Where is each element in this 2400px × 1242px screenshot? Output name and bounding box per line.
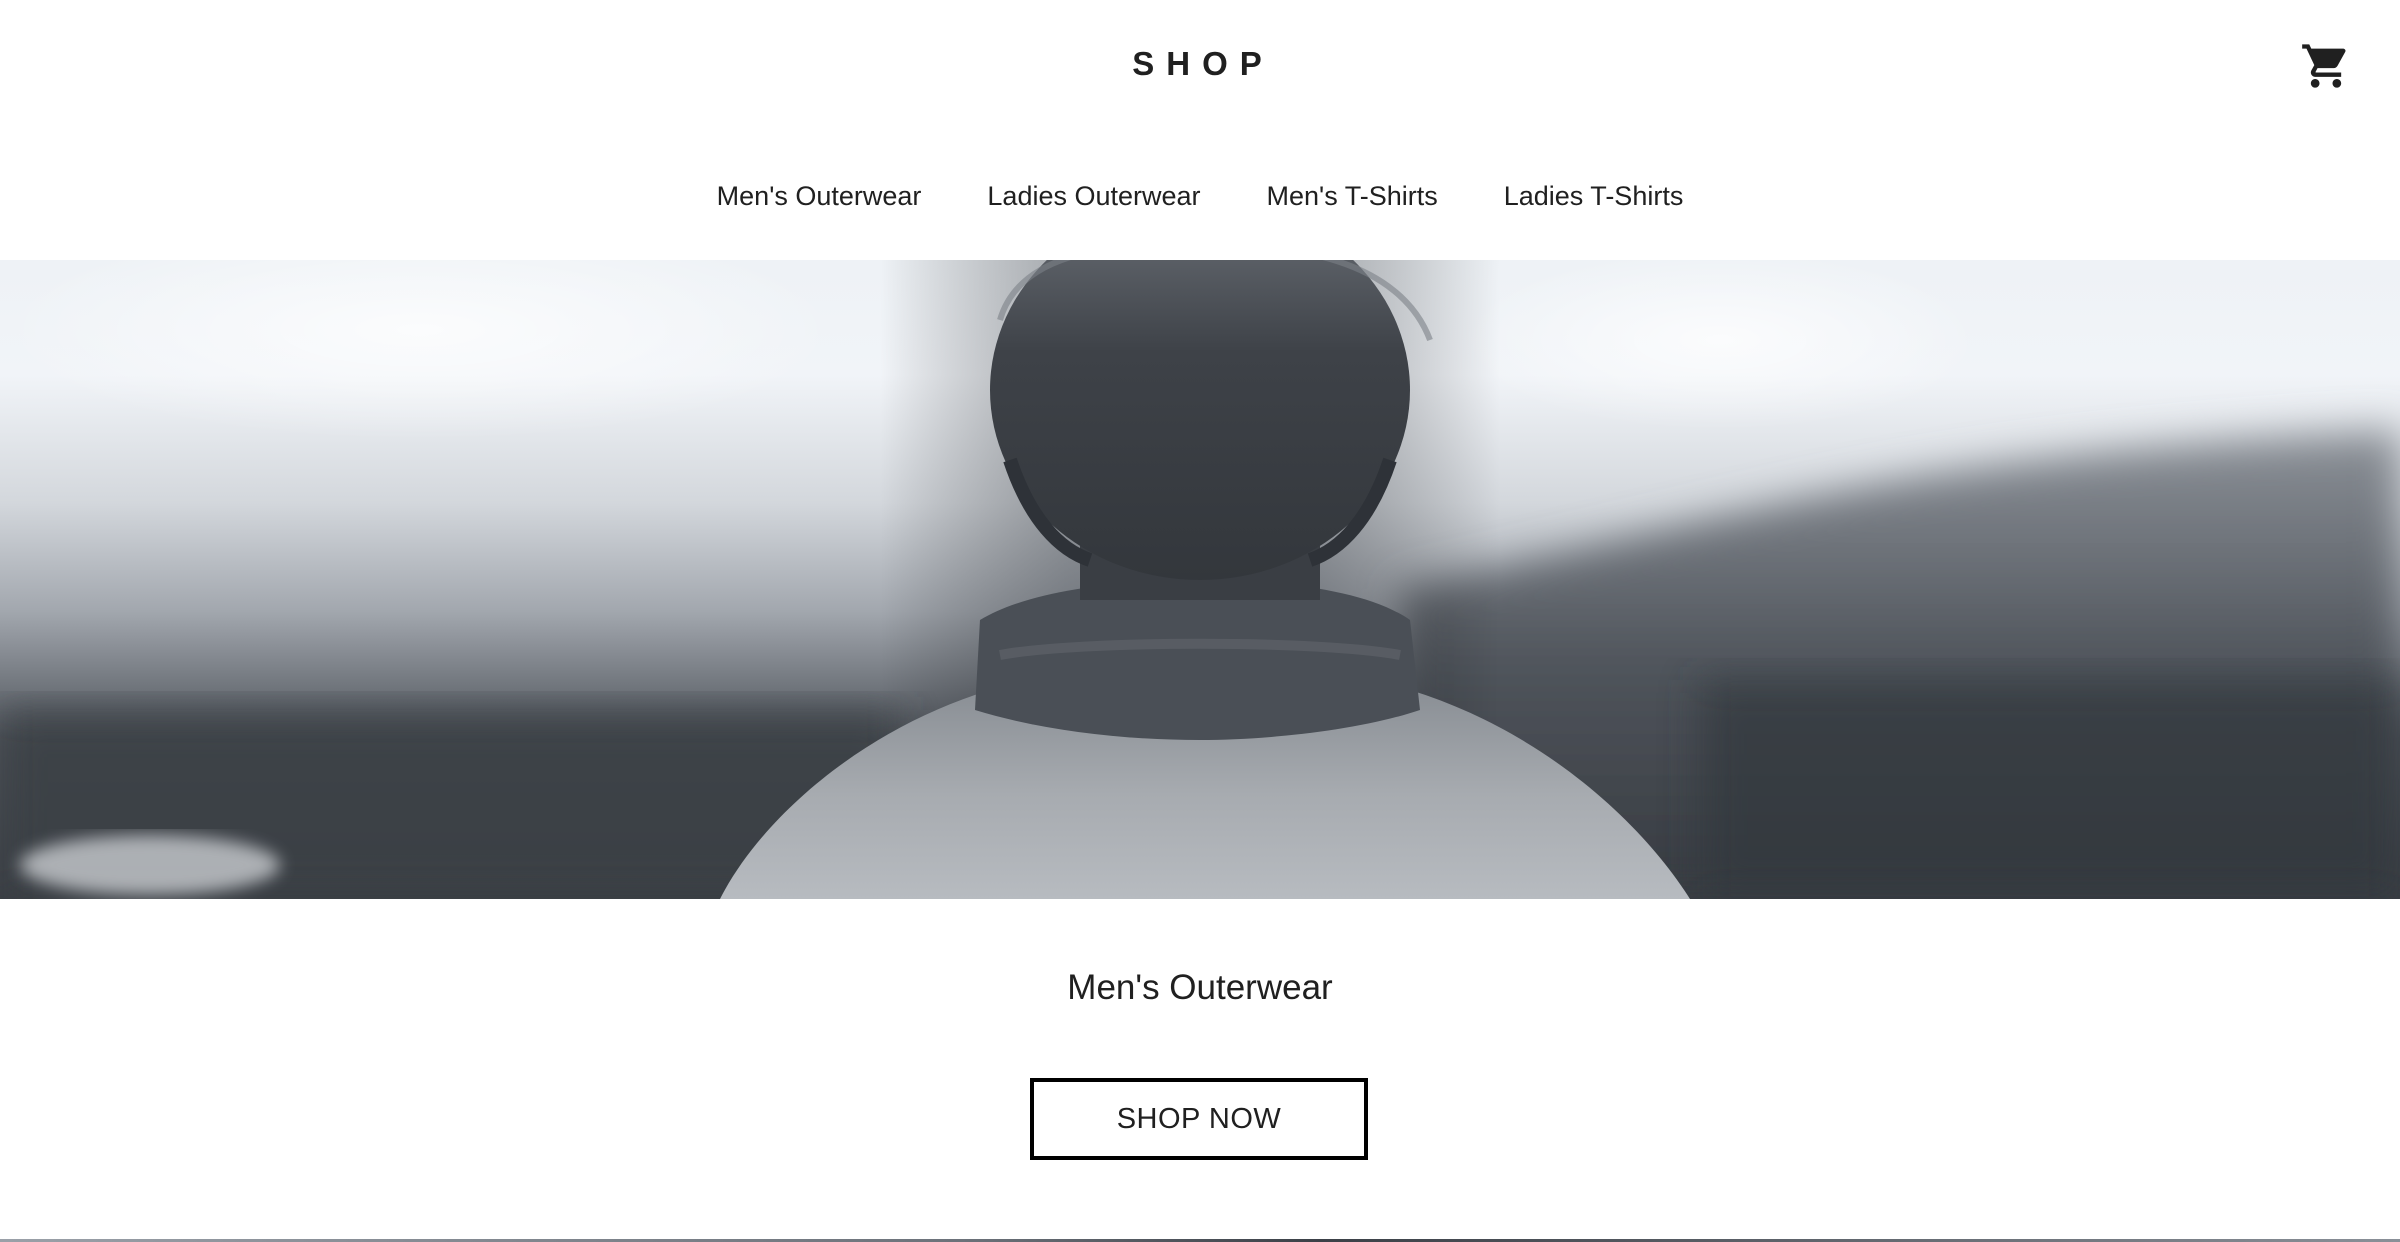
hero-image[interactable] [0,260,2400,899]
hero-photo-illustration [0,260,2400,899]
category-title: Men's Outerwear [1067,968,1333,1007]
category-nav: Men's Outerwear Ladies Outerwear Men's T… [0,172,2400,220]
shop-now-button[interactable]: SHOP NOW [1030,1078,1368,1160]
cart-icon[interactable] [2298,40,2354,92]
nav-item-ladies-outerwear[interactable]: Ladies Outerwear [954,176,1233,216]
nav-item-ladies-tshirts[interactable]: Ladies T-Shirts [1471,176,1717,216]
nav-item-mens-tshirts[interactable]: Men's T-Shirts [1234,176,1471,216]
nav-item-mens-outerwear[interactable]: Men's Outerwear [684,176,955,216]
logo[interactable]: SHOP [0,44,2400,84]
header: SHOP [0,0,2400,130]
